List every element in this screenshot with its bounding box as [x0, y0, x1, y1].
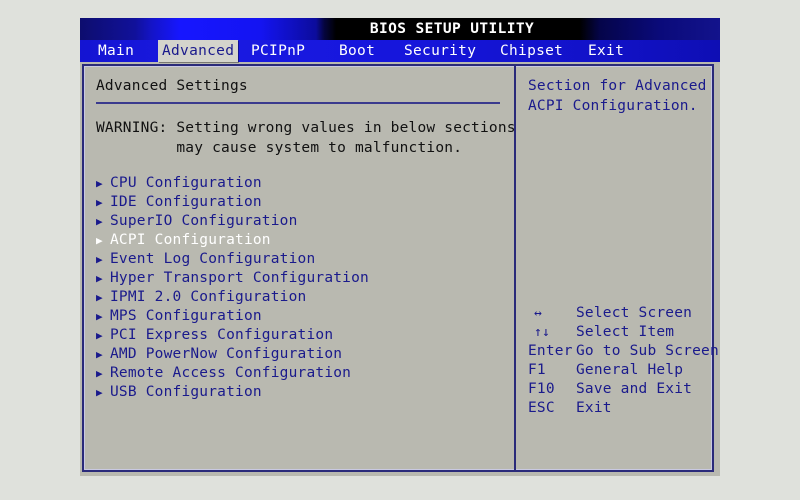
menu-item-label: MPS Configuration — [110, 308, 262, 324]
menu-item-ide-configuration[interactable]: ▶ IDE Configuration — [96, 193, 500, 212]
key-legend-row: Enter Go to Sub Screen — [528, 342, 719, 361]
bios-setup-screen: BIOS SETUP UTILITY Main Advanced PCIPnP Boo… — [80, 18, 720, 476]
tab-exit[interactable]: Exit — [584, 40, 628, 62]
menu-item-ipmi-2-0-configuration[interactable]: ▶ IPMI 2.0 Configuration — [96, 288, 500, 307]
help-text-line-1: Section for Advanced — [528, 78, 707, 94]
key-legend-row: F10 Save and Exit — [528, 380, 708, 399]
help-panel: Section for Advanced ACPI Configuration.… — [516, 66, 719, 470]
arrow-key-icon: ↑↓ — [534, 325, 551, 340]
key-name: F1 — [528, 362, 546, 378]
key-description: Save and Exit — [576, 381, 693, 397]
menu-item-acpi-configuration[interactable]: ▶ ACPI Configuration — [96, 231, 500, 250]
tab-advanced[interactable]: Advanced — [158, 40, 239, 62]
submenu-arrow-icon: ▶ — [96, 272, 103, 285]
key-description: General Help — [576, 362, 684, 378]
submenu-arrow-icon: ▶ — [96, 348, 103, 361]
menu-item-label: Remote Access Configuration — [110, 365, 352, 381]
key-legend-row: ESC Exit — [528, 399, 708, 418]
menu-item-label: USB Configuration — [110, 384, 262, 400]
menu-item-hyper-transport-configuration[interactable]: ▶ Hyper Transport Configuration — [96, 269, 500, 288]
page-title: BIOS SETUP UTILITY — [369, 21, 535, 37]
submenu-arrow-icon: ▶ — [96, 291, 103, 304]
tab-security[interactable]: Security — [400, 40, 480, 62]
menu-item-remote-access-configuration[interactable]: ▶ Remote Access Configuration — [96, 364, 500, 383]
tab-boot[interactable]: Boot — [335, 40, 379, 62]
submenu-arrow-icon: ▶ — [96, 386, 103, 399]
key-name: F10 — [528, 381, 555, 397]
key-description: Exit — [576, 400, 612, 416]
help-text-line-2: ACPI Configuration. — [528, 98, 698, 114]
key-legend-row: ↔ Select Screen — [528, 304, 708, 323]
submenu-arrow-icon: ▶ — [96, 310, 103, 323]
menu-item-label: IPMI 2.0 Configuration — [110, 289, 307, 305]
warning-message: WARNING: Setting wrong values in below s… — [96, 120, 516, 156]
arrow-key-icon: ↔ — [534, 306, 543, 321]
menu-item-label: ACPI Configuration — [110, 232, 271, 248]
submenu-arrow-icon: ▶ — [96, 177, 103, 190]
submenu-arrow-icon: ▶ — [96, 253, 103, 266]
menu-item-cpu-configuration[interactable]: ▶ CPU Configuration — [96, 174, 500, 193]
key-name: Enter — [528, 343, 573, 359]
key-legend-row: ↑↓ Select Item — [528, 323, 708, 342]
panel-divider-rule — [96, 102, 500, 104]
content-frame: Advanced Settings WARNING: Setting wrong… — [82, 64, 719, 472]
menu-item-label: SuperIO Configuration — [110, 213, 298, 229]
submenu-arrow-icon: ▶ — [96, 196, 103, 209]
submenu-arrow-icon: ▶ — [96, 234, 103, 247]
key-description: Select Screen — [576, 305, 693, 321]
tab-main[interactable]: Main — [94, 40, 138, 62]
submenu-arrow-icon: ▶ — [96, 367, 103, 380]
menu-tab-bar: Main Advanced PCIPnP Boot Security Chipset Exi… — [80, 40, 720, 62]
menu-item-event-log-configuration[interactable]: ▶ Event Log Configuration — [96, 250, 500, 269]
menu-item-usb-configuration[interactable]: ▶ USB Configuration — [96, 383, 500, 402]
key-legend: ↔ Select Screen ↑↓ Select Item Enter Go to Su… — [528, 304, 719, 418]
menu-item-label: IDE Configuration — [110, 194, 262, 210]
menu-item-label: AMD PowerNow Configuration — [110, 346, 343, 362]
submenu-arrow-icon: ▶ — [96, 215, 103, 228]
menu-item-label: Event Log Configuration — [110, 251, 316, 267]
menu-item-amd-powernow-configuration[interactable]: ▶ AMD PowerNow Configuration — [96, 345, 500, 364]
tab-pcipnp[interactable]: PCIPnP — [247, 40, 309, 62]
configuration-menu-list: ▶ CPU Configuration ▶ IDE Configuration ▶ Sup… — [96, 174, 500, 402]
key-description: Go to Sub Screen — [576, 343, 719, 359]
panel-title: Advanced Settings — [96, 78, 248, 94]
menu-item-superio-configuration[interactable]: ▶ SuperIO Configuration — [96, 212, 500, 231]
settings-panel: Advanced Settings WARNING: Setting wrong… — [84, 66, 516, 470]
title-bar: BIOS SETUP UTILITY — [80, 18, 720, 40]
menu-item-mps-configuration[interactable]: ▶ MPS Configuration — [96, 307, 500, 326]
menu-item-label: PCI Express Configuration — [110, 327, 334, 343]
menu-item-label: Hyper Transport Configuration — [110, 270, 369, 286]
menu-item-pci-express-configuration[interactable]: ▶ PCI Express Configuration — [96, 326, 500, 345]
menu-item-label: CPU Configuration — [110, 175, 262, 191]
key-description: Select Item — [576, 324, 675, 340]
key-name: ESC — [528, 400, 555, 416]
tab-chipset[interactable]: Chipset — [496, 40, 567, 62]
submenu-arrow-icon: ▶ — [96, 329, 103, 342]
key-legend-row: F1 General Help — [528, 361, 708, 380]
